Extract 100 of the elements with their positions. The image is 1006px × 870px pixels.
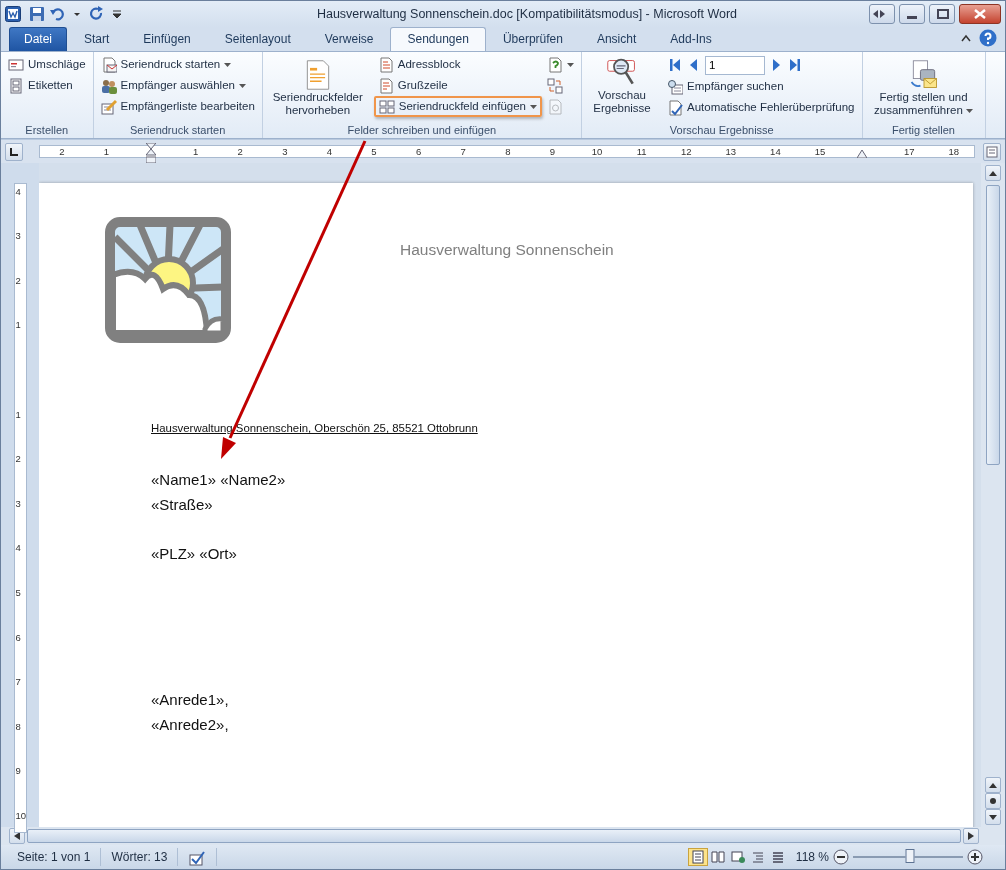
ribbon-tab[interactable]: Start	[67, 27, 127, 51]
ribbon-button[interactable]: Empfänger auswählen	[96, 75, 259, 96]
zoom-level-text[interactable]: 118 %	[795, 848, 829, 866]
right-indent-marker-icon[interactable]	[857, 150, 867, 158]
search-recipient-icon	[667, 78, 683, 95]
scrollbar-thumb[interactable]	[27, 829, 961, 843]
ruler-number: 10	[15, 808, 27, 823]
caret-icon	[238, 83, 246, 88]
ruler-number: 15	[814, 145, 826, 159]
ruler-number: 5	[15, 585, 21, 600]
ruler-number: 5	[371, 145, 377, 159]
merge-field-line: «PLZ» «Ort»	[151, 543, 238, 564]
ruler-number: 18	[948, 145, 960, 159]
caret-icon	[530, 104, 537, 109]
ribbon-button[interactable]: Vorschau Ergebnisse	[585, 54, 659, 118]
ruler-number: 12	[680, 145, 692, 159]
caret-icon	[224, 62, 232, 67]
merge-field-line: «Name1» «Name2»	[151, 470, 287, 491]
word-count-status[interactable]: Wörter: 13	[101, 848, 179, 866]
ribbon-tab[interactable]: Add-Ins	[653, 27, 729, 51]
envelope-icon	[8, 56, 24, 73]
ribbon-tab[interactable]: Ansicht	[579, 27, 654, 51]
zoom-in-icon[interactable]	[967, 849, 983, 865]
undo-icon[interactable]	[49, 6, 65, 22]
document-envelope-icon	[100, 56, 117, 73]
first-record-icon[interactable]	[669, 58, 681, 72]
ribbon-tab[interactable]: Seitenlayout	[207, 27, 308, 51]
caret-icon	[567, 62, 574, 67]
merge-field-line: «Anrede1»,	[151, 690, 230, 711]
ribbon-button[interactable]: Fertig stellen und zusammenführen	[865, 54, 982, 120]
ruler-number: 2	[59, 145, 65, 159]
field-grid-icon	[378, 98, 395, 115]
help-icon[interactable]	[979, 29, 997, 47]
ribbon-button[interactable]: Empfänger suchen	[663, 76, 859, 97]
ribbon-tab[interactable]: Einfügen	[126, 27, 208, 51]
refresh-document-icon	[547, 98, 563, 115]
previous-page-icon[interactable]	[989, 782, 997, 788]
swap-fields-icon	[547, 77, 563, 94]
redo-icon[interactable]	[89, 6, 105, 22]
scrollbar-thumb[interactable]	[986, 185, 1000, 465]
ribbon-button[interactable]: Grußzeile	[373, 75, 542, 96]
group-label: Vorschau Ergebnisse	[668, 123, 775, 138]
group-label: Felder schreiben und einfügen	[346, 123, 498, 138]
ruler-number: 4	[15, 184, 21, 199]
ribbon-button[interactable]: Seriendruck starten	[96, 54, 259, 75]
ribbon-tab[interactable]: Datei	[9, 27, 67, 51]
collapse-ribbon-icon[interactable]	[961, 34, 971, 42]
ribbon-button[interactable]: Automatische Fehlerüberprüfung	[663, 97, 859, 118]
caret-icon	[966, 108, 974, 113]
scroll-right-icon[interactable]	[968, 832, 974, 840]
zoom-out-icon[interactable]	[833, 849, 849, 865]
word-app-icon	[5, 6, 21, 22]
web-layout-icon[interactable]	[730, 850, 745, 864]
next-page-icon[interactable]	[989, 814, 997, 820]
ruler-number: 1	[192, 145, 199, 159]
letterhead-title: Hausverwaltung Sonnenschein	[400, 240, 614, 260]
group-label: Seriendruck starten	[128, 123, 227, 138]
ribbon-button[interactable]: Empfängerliste bearbeiten	[96, 96, 259, 117]
ribbon-button[interactable]: Etiketten	[4, 75, 90, 96]
ribbon-button[interactable]: Umschläge	[4, 54, 90, 75]
people-icon	[100, 77, 117, 94]
group-label: Fertig stellen	[891, 123, 956, 138]
ruler-number: 13	[725, 145, 737, 159]
ruler-number: 2	[15, 452, 21, 467]
ruler-number: 2	[15, 273, 21, 288]
group-label: Erstellen	[24, 123, 70, 138]
record-number-field[interactable]: 1	[705, 55, 765, 75]
merge-field-line: «Straße»	[151, 494, 214, 515]
ribbon-tab[interactable]: Überprüfen	[485, 27, 580, 51]
ruler-number: 17	[903, 145, 915, 159]
proofing-check-icon[interactable]	[188, 849, 207, 866]
view-ruler-icon[interactable]	[986, 145, 998, 158]
scroll-left-icon[interactable]	[14, 832, 20, 840]
print-layout-icon[interactable]	[690, 850, 705, 864]
merge-field-line: «Anrede2»,	[151, 714, 230, 735]
zoom-slider-thumb[interactable]	[905, 849, 915, 863]
ribbon-button[interactable]: Adressblock	[373, 54, 542, 75]
ruler-number: 1	[15, 318, 21, 333]
outline-icon[interactable]	[750, 850, 765, 864]
indent-marker-icon[interactable]	[146, 143, 156, 163]
ruler-number: 6	[15, 630, 21, 645]
browse-object-icon[interactable]	[989, 797, 997, 805]
last-record-icon[interactable]	[789, 58, 801, 72]
ruler-number: 10	[591, 145, 603, 159]
ruler-number: 7	[15, 675, 21, 690]
ribbon-tab[interactable]: Verweise	[307, 27, 391, 51]
window-title: Hausverwaltung Sonnenschein.doc [Kompatibilitätsmodus] - Microsoft Word	[315, 5, 739, 23]
draft-icon[interactable]	[770, 850, 785, 864]
ruler-number: 2	[237, 145, 243, 159]
scroll-up-icon[interactable]	[989, 170, 997, 176]
document-icon	[377, 56, 394, 73]
ribbon-button[interactable]: Seriendruckfeld einfügen	[373, 96, 542, 117]
ruler-number: 8	[15, 719, 21, 734]
ribbon-tab[interactable]: Sendungen	[390, 27, 486, 51]
page-count-status[interactable]: Seite: 1 von 1	[7, 848, 102, 866]
reading-layout-icon[interactable]	[710, 850, 725, 864]
save-icon[interactable]	[29, 6, 45, 22]
ribbon-button[interactable]: Seriendruckfelder hervorheben	[265, 54, 370, 120]
label-sheet-icon	[8, 77, 24, 94]
tab-stop-icon[interactable]	[9, 146, 19, 157]
